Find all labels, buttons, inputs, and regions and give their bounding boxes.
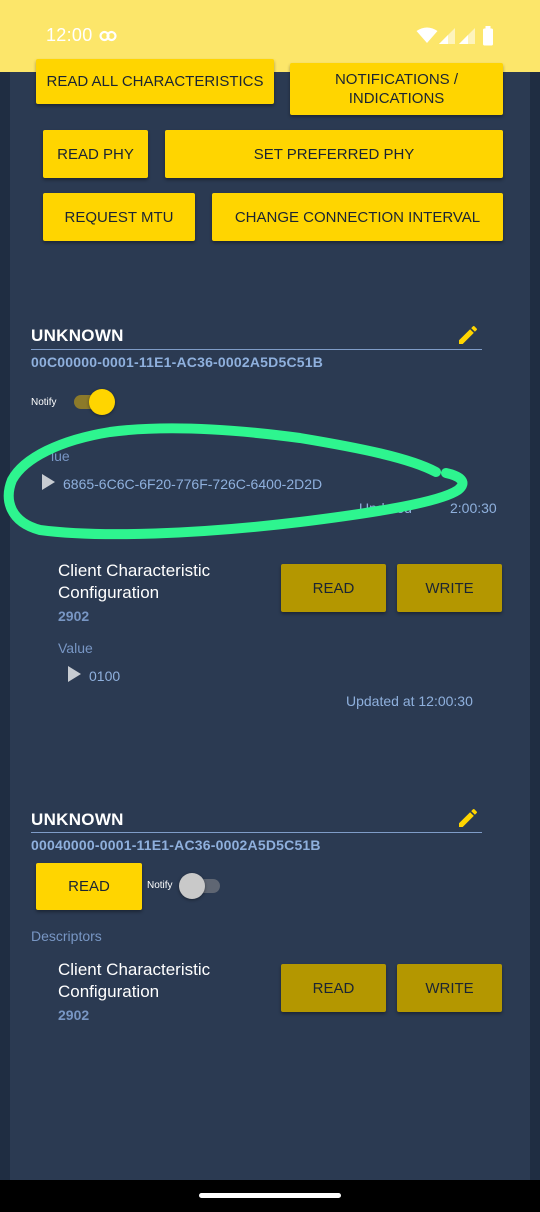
title-divider	[31, 349, 482, 350]
notify-label: Notify	[31, 397, 57, 408]
edit-pencil-icon[interactable]	[456, 323, 480, 347]
descriptor-write-button[interactable]: WRITE	[397, 564, 502, 612]
descriptors-label: Descriptors	[31, 928, 102, 944]
characteristic-title: UNKNOWN	[31, 326, 124, 345]
notify-toggle[interactable]	[74, 389, 115, 415]
link-icon	[99, 30, 117, 42]
title-divider	[31, 832, 482, 833]
characteristic-uuid: 00040000-0001-11E1-AC36-0002A5D5C51B	[31, 837, 321, 853]
expand-triangle-icon[interactable]	[68, 666, 81, 682]
change-connection-interval-button[interactable]: CHANGE CONNECTION INTERVAL	[212, 193, 503, 241]
descriptor-name: Client Characteristic Configuration	[58, 960, 211, 1001]
edit-pencil-icon[interactable]	[456, 806, 480, 830]
descriptor-updated-timestamp: Updated at 12:00:30	[346, 693, 473, 709]
notify-label: Notify	[147, 880, 173, 891]
notifications-indications-button[interactable]: NOTIFICATIONS / INDICATIONS	[290, 63, 503, 115]
descriptor-uuid: 2902	[58, 1007, 90, 1023]
descriptor-uuid: 2902	[58, 608, 90, 624]
signal-icon	[439, 28, 455, 44]
descriptor-write-button[interactable]: WRITE	[397, 964, 502, 1012]
characteristic-uuid: 00C00000-0001-11E1-AC36-0002A5D5C51B	[31, 354, 324, 370]
descriptor-name: Client Characteristic Configuration	[58, 561, 211, 602]
home-gesture-handle[interactable]	[199, 1193, 341, 1198]
request-mtu-button[interactable]: REQUEST MTU	[43, 193, 195, 241]
read-phy-button[interactable]: READ PHY	[43, 130, 148, 178]
set-preferred-phy-button[interactable]: SET PREFERRED PHY	[165, 130, 503, 178]
descriptor-read-button[interactable]: READ	[281, 964, 386, 1012]
characteristic-read-button[interactable]: READ	[36, 863, 142, 910]
descriptor-value-label: Value	[58, 640, 93, 656]
notify-toggle[interactable]	[179, 873, 220, 899]
read-all-characteristics-button[interactable]: READ ALL CHARACTERISTICS	[36, 59, 274, 104]
descriptor-read-button[interactable]: READ	[281, 564, 386, 612]
wifi-icon	[416, 27, 438, 43]
toggle-knob	[179, 873, 205, 899]
signal-icon	[459, 28, 475, 44]
descriptor-value: 0100	[89, 668, 121, 684]
annotation-scribble	[3, 423, 468, 540]
battery-icon	[483, 26, 493, 46]
characteristic-title: UNKNOWN	[31, 810, 124, 829]
status-time: 12:00	[46, 25, 93, 45]
